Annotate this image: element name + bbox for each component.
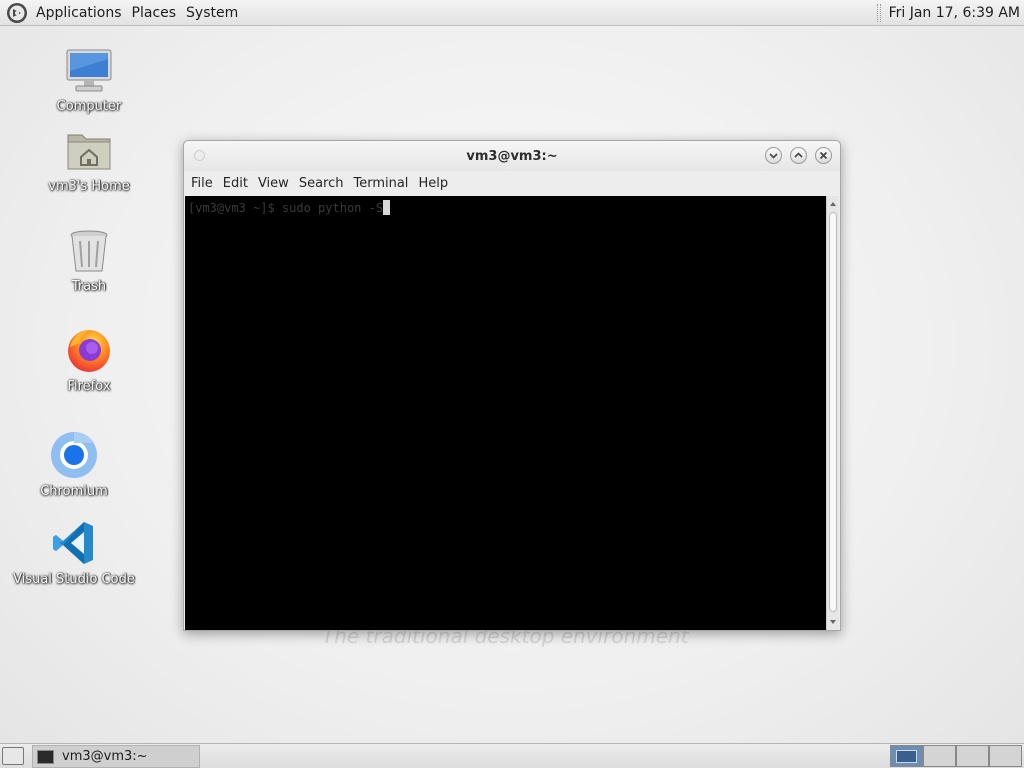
workspace-2[interactable] [923, 745, 956, 767]
vscode-icon [53, 522, 93, 564]
scrollbar-thumb[interactable] [829, 212, 837, 612]
workspace-window-thumbnail [896, 750, 917, 763]
desktop-icon-chromium[interactable]: Chromium [9, 430, 139, 499]
desktop-icon-vscode[interactable]: Visual Studio Code [9, 518, 139, 587]
panel-separator [876, 3, 881, 22]
menu-file[interactable]: File [186, 176, 218, 191]
desktop-icon-firefox[interactable]: Firefox [24, 325, 154, 394]
workspace-3[interactable] [956, 745, 989, 767]
trash-icon [70, 230, 108, 272]
menu-search[interactable]: Search [294, 176, 349, 191]
chromium-icon [51, 431, 97, 478]
desktop-icon-trash[interactable]: Trash [24, 225, 154, 294]
terminal-line: [vm3@vm3 ~]$ sudo python -S [188, 201, 384, 215]
minimize-button[interactable] [765, 147, 782, 164]
workspace-4[interactable] [989, 745, 1022, 767]
desktop-icon-home[interactable]: vm3's Home [24, 125, 154, 194]
taskbar-window-button[interactable]: vm3@vm3:~ [32, 745, 200, 768]
terminal-scrollbar[interactable] [826, 196, 839, 630]
scroll-up-icon[interactable] [830, 202, 836, 206]
taskbar-window-label: vm3@vm3:~ [62, 749, 148, 764]
workspace-switcher [890, 745, 1022, 767]
window-buttons [765, 147, 832, 164]
close-button[interactable] [815, 147, 832, 164]
close-icon [819, 151, 828, 160]
terminal-window[interactable]: vm3@vm3:~ File Edit View Search Terminal… [183, 140, 841, 631]
menu-help[interactable]: Help [413, 176, 453, 191]
bottom-panel: vm3@vm3:~ [0, 743, 1024, 768]
menu-terminal[interactable]: Terminal [348, 176, 413, 191]
home-folder-icon [67, 134, 111, 170]
maximize-button[interactable] [790, 147, 807, 164]
terminal-output[interactable]: [vm3@vm3 ~]$ sudo python -S [185, 196, 827, 630]
show-desktop-button[interactable] [2, 747, 24, 765]
distro-logo-icon[interactable] [6, 2, 28, 24]
computer-icon [66, 49, 112, 92]
menu-applications[interactable]: Applications [31, 5, 127, 21]
desktop-icon-label: Computer [56, 99, 122, 114]
window-menu-icon[interactable] [194, 150, 205, 161]
desktop-icon-label: Visual Studio Code [13, 572, 135, 587]
scroll-down-icon[interactable] [830, 620, 836, 624]
chevron-down-icon [769, 153, 778, 159]
clock[interactable]: Fri Jan 17, 6:39 AM [889, 5, 1024, 21]
desktop-icon-label: Firefox [67, 379, 111, 394]
top-panel: Applications Places System Fri Jan 17, 6… [0, 0, 1024, 26]
firefox-icon [68, 330, 110, 372]
terminal-icon [37, 749, 54, 764]
menu-places[interactable]: Places [127, 5, 182, 21]
window-title: vm3@vm3:~ [466, 148, 558, 164]
terminal-titlebar[interactable]: vm3@vm3:~ [184, 141, 840, 171]
desktop-icon-label: Trash [71, 279, 107, 294]
workspace-1[interactable] [890, 745, 923, 767]
terminal-menubar: File Edit View Search Terminal Help [184, 171, 840, 195]
menu-view[interactable]: View [253, 176, 294, 191]
desktop-icon-label: vm3's Home [48, 179, 130, 194]
desktop-icon-label: Chromium [40, 484, 108, 499]
menu-edit[interactable]: Edit [218, 176, 253, 191]
terminal-cursor [383, 200, 391, 215]
menu-system[interactable]: System [181, 5, 243, 21]
chevron-up-icon [794, 152, 803, 158]
desktop-icon-computer[interactable]: Computer [24, 45, 154, 114]
